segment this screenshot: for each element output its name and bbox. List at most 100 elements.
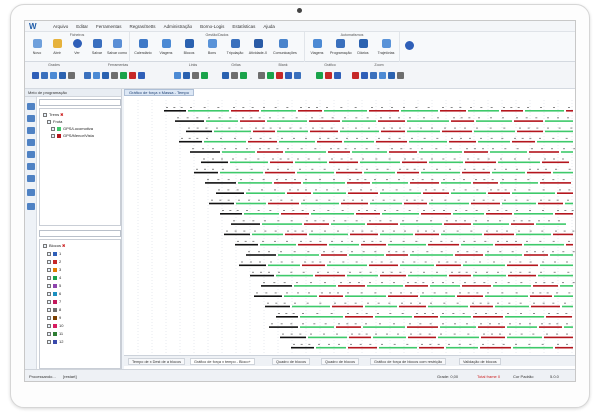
trip-bar[interactable]	[407, 326, 438, 328]
clock-icon[interactable]	[27, 151, 35, 158]
trip-bar[interactable]	[397, 171, 419, 174]
trip-bar[interactable]	[269, 326, 298, 328]
trip-bar[interactable]	[329, 243, 359, 246]
trip-bar[interactable]	[224, 233, 250, 236]
toolbar-tool-icon[interactable]	[59, 72, 66, 79]
trip-bar[interactable]	[240, 120, 265, 122]
toolbar-tool-icon[interactable]	[267, 72, 274, 79]
trip-bar[interactable]	[478, 326, 505, 328]
communications-button[interactable]: Comunicações	[273, 39, 297, 55]
trip-bar[interactable]	[190, 151, 220, 153]
toolbar-tool-icon[interactable]	[352, 72, 359, 79]
block-item[interactable]: 4	[47, 275, 61, 280]
toolbar-tool-icon[interactable]	[222, 72, 229, 79]
activity-button[interactable]: Atividade-X	[248, 39, 268, 55]
trip-bar[interactable]	[463, 264, 505, 267]
trip-bar[interactable]	[345, 295, 386, 297]
trip-bar[interactable]	[280, 336, 306, 339]
block-item[interactable]: 3	[47, 267, 61, 272]
checkbox[interactable]	[47, 275, 51, 280]
block-item[interactable]: 12	[47, 339, 63, 344]
trip-bar[interactable]	[274, 182, 301, 184]
trip-bar[interactable]	[451, 120, 474, 122]
trip-bar[interactable]	[530, 295, 552, 297]
trip-bar[interactable]	[473, 274, 506, 277]
menu-arquivo[interactable]: Arquivo	[49, 24, 72, 29]
checkbox[interactable]	[47, 299, 51, 304]
trip-bar[interactable]	[474, 130, 515, 133]
toolbar-tool-icon[interactable]	[276, 72, 283, 79]
trip-bar[interactable]	[344, 140, 374, 143]
toolbar-tool-icon[interactable]	[84, 72, 91, 79]
trip-bar[interactable]	[220, 171, 263, 174]
people-icon[interactable]	[27, 127, 35, 134]
trip-bar[interactable]	[301, 202, 339, 205]
trip-bar[interactable]	[370, 202, 402, 205]
toolbar-tool-icon[interactable]	[285, 72, 292, 79]
settings-icon[interactable]	[27, 203, 35, 210]
trip-bar[interactable]	[201, 161, 228, 164]
trip-bar[interactable]	[316, 346, 346, 349]
checkbox[interactable]	[47, 331, 51, 336]
checkbox[interactable]	[47, 283, 51, 288]
trip-bar[interactable]	[164, 110, 186, 112]
blocks-button[interactable]: Blocos	[179, 39, 199, 55]
trip-bar[interactable]	[303, 182, 345, 184]
trip-bar[interactable]	[461, 243, 493, 246]
toolbar-tool-icon[interactable]	[68, 72, 75, 79]
checkbox[interactable]	[43, 112, 47, 117]
open-button[interactable]: Abrir	[47, 39, 67, 55]
tree-root-trains[interactable]: Trens ✖	[43, 112, 63, 117]
trip-bar[interactable]	[501, 110, 523, 112]
tree-root-blocks[interactable]: Blocos ✖	[43, 243, 65, 248]
remove-icon[interactable]: ✖	[62, 243, 65, 248]
trip-bar[interactable]	[553, 171, 573, 174]
trip-bar[interactable]	[281, 213, 309, 215]
trip-bar[interactable]	[490, 151, 527, 153]
trip-bar[interactable]	[367, 223, 398, 225]
trip-bar[interactable]	[468, 110, 499, 112]
trip-bar[interactable]	[348, 192, 378, 194]
trip-bar[interactable]	[254, 295, 282, 297]
trip-bar[interactable]	[246, 192, 285, 194]
trip-bar[interactable]	[430, 285, 460, 287]
trip-bar[interactable]	[309, 233, 348, 236]
trip-bar[interactable]	[329, 161, 358, 164]
trip-bar[interactable]	[338, 285, 365, 287]
remove-icon[interactable]: ✖	[60, 112, 63, 117]
crew-button[interactable]: Tripulação	[225, 39, 245, 55]
trip-bar[interactable]	[194, 171, 218, 174]
trip-bar[interactable]	[537, 140, 573, 143]
trip-bar[interactable]	[257, 151, 283, 153]
trip-bar[interactable]	[179, 140, 202, 143]
trip-bar[interactable]	[449, 140, 476, 143]
trip-bar[interactable]	[380, 274, 406, 277]
chart-tab[interactable]: Gráfico de força x Massa - Tempo	[124, 89, 194, 96]
new-button[interactable]: Novo	[27, 39, 47, 55]
toolbar-tool-icon[interactable]	[370, 72, 377, 79]
trip-bar[interactable]	[507, 336, 542, 339]
trip-bar[interactable]	[331, 223, 365, 225]
tab-validacao[interactable]: Validação de blocos	[459, 358, 501, 365]
block-item[interactable]: 8	[47, 307, 61, 312]
trip-bar[interactable]	[423, 192, 449, 194]
trip-bar[interactable]	[313, 192, 346, 194]
trip-bar[interactable]	[365, 305, 397, 308]
trip-bar[interactable]	[421, 171, 460, 174]
trip-bar[interactable]	[356, 213, 380, 215]
trip-bar[interactable]	[545, 120, 573, 122]
trip-bar[interactable]	[209, 202, 234, 205]
trip-bar[interactable]	[308, 336, 347, 339]
trip-bar[interactable]	[367, 285, 403, 287]
tab-quadro-blocos-2[interactable]: Quadro de blocos	[321, 358, 359, 365]
block-item[interactable]: 5	[47, 283, 61, 288]
trip-bar[interactable]	[544, 336, 573, 339]
trip-bar[interactable]	[444, 223, 471, 225]
trip-bar[interactable]	[304, 223, 329, 225]
trip-bar[interactable]	[321, 254, 347, 256]
trip-bar[interactable]	[310, 130, 338, 133]
scheduling-button[interactable]: Programação	[330, 39, 352, 55]
tree-item-view[interactable]: GPS/Menor/Vista	[51, 133, 94, 138]
trip-bar[interactable]	[473, 182, 498, 184]
trip-bar[interactable]	[277, 130, 308, 133]
